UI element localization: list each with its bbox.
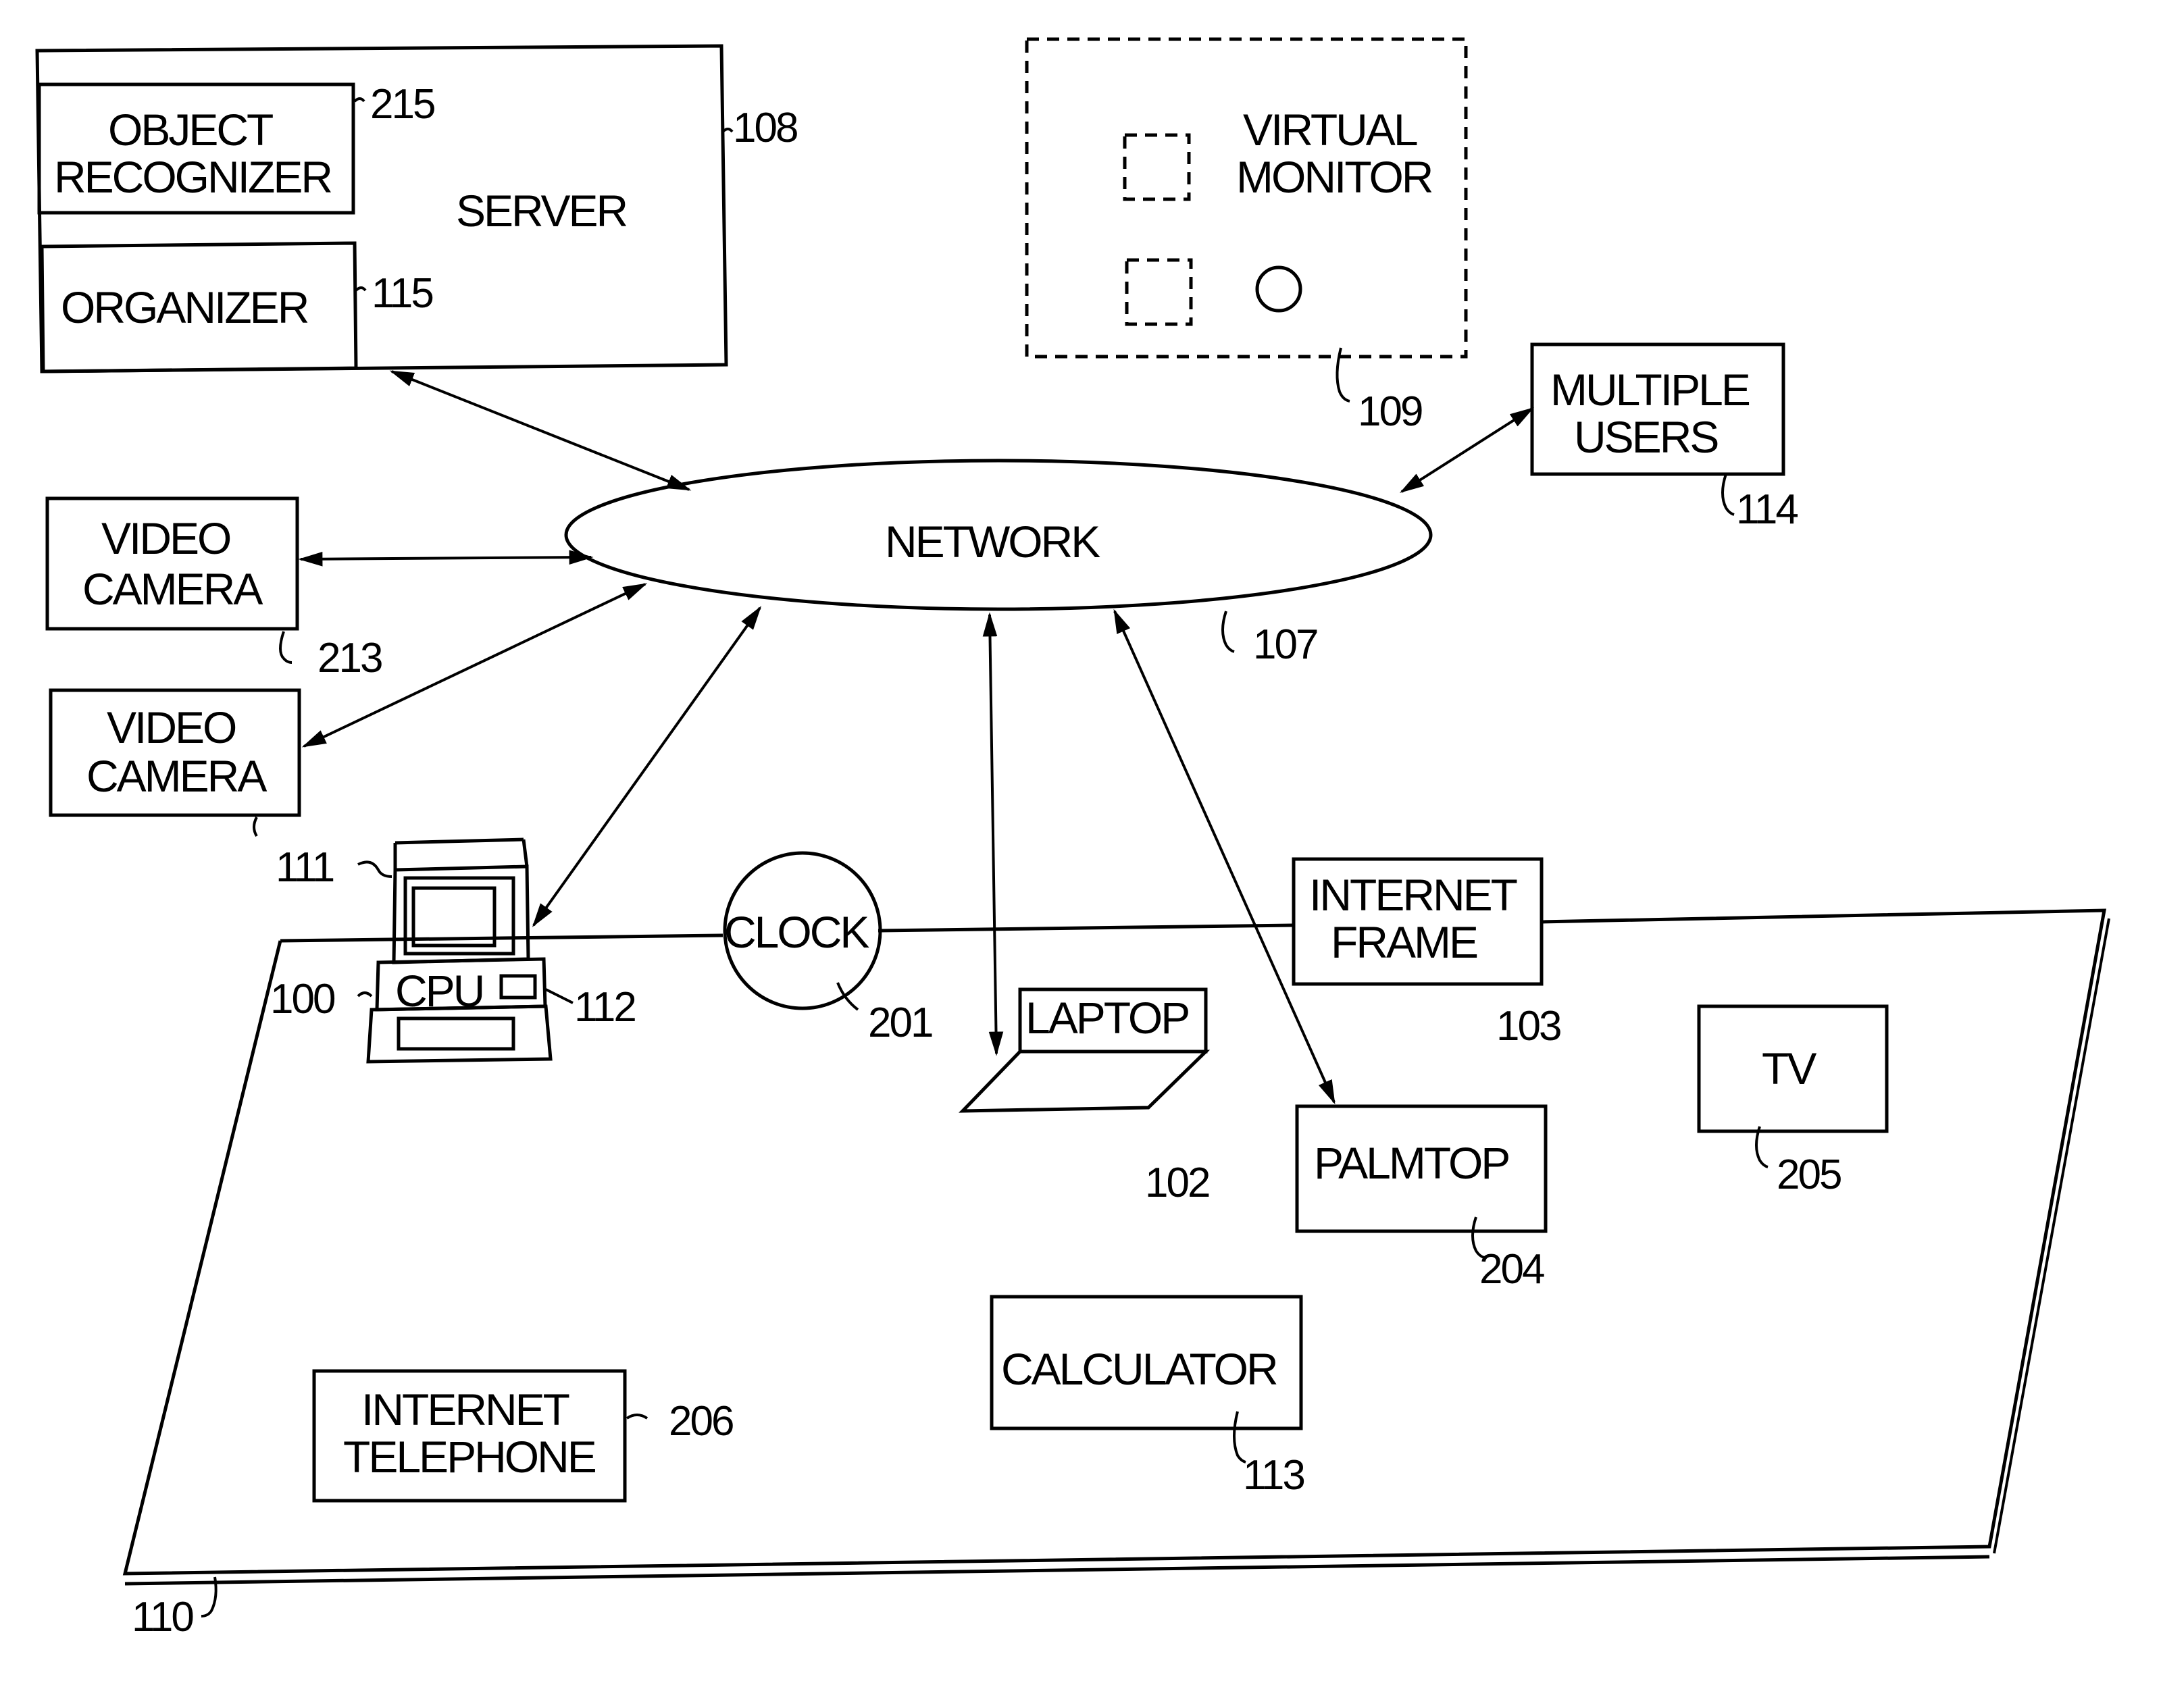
network-label: NETWORK (885, 517, 1100, 567)
server-label: SERVER (456, 186, 627, 236)
palmtop-label: PALMTOP (1314, 1138, 1508, 1188)
video-camera-2-line1: VIDEO (107, 702, 236, 752)
internet-telephone-line1: INTERNET (361, 1384, 569, 1434)
cpu-label: CPU (395, 966, 483, 1016)
base-ref: 110 (132, 1594, 193, 1640)
multiple-users-ref: 114 (1736, 486, 1798, 533)
calculator-ref: 113 (1243, 1452, 1304, 1499)
network-ref: 107 (1253, 621, 1317, 668)
multiple-users-line1: MULTIPLE (1550, 365, 1750, 415)
internet-frame-ref: 103 (1496, 1003, 1560, 1050)
virtual-monitor-circle (1255, 265, 1302, 313)
palmtop-ref: 204 (1479, 1246, 1544, 1293)
internet-frame-line2: FRAME (1331, 917, 1477, 967)
object-recognizer-line2: RECOGNIZER (54, 152, 331, 202)
object-recognizer-line1: OBJECT (108, 105, 273, 155)
connection-arrows (298, 370, 1535, 1105)
video-camera-1-line2: CAMERA (82, 564, 263, 614)
internet-telephone-line2: TELEPHONE (343, 1432, 596, 1482)
tv-ref: 205 (1777, 1151, 1841, 1198)
internet-telephone-ref: 206 (669, 1398, 733, 1445)
virtual-monitor-ref: 109 (1358, 388, 1422, 435)
clock-label: CLOCK (724, 907, 869, 957)
video-camera-1-line1: VIDEO (101, 513, 230, 563)
organizer-label: ORGANIZER (61, 282, 308, 332)
monitor-ref: 111 (276, 844, 334, 891)
floor-ref: 102 (1145, 1160, 1209, 1206)
organizer-ref: 115 (372, 270, 432, 317)
multiple-users-line2: USERS (1574, 412, 1717, 462)
drive-ref: 112 (574, 984, 635, 1031)
calculator-label: CALCULATOR (1001, 1344, 1277, 1394)
video-camera-1-ref: 213 (317, 635, 382, 681)
laptop-label: LAPTOP (1025, 993, 1188, 1043)
video-camera-2-line2: CAMERA (86, 751, 267, 801)
cpu-ref: 100 (270, 976, 335, 1023)
object-recognizer-ref: 215 (370, 81, 434, 128)
server-ref: 108 (733, 105, 797, 151)
virtual-monitor-line2: MONITOR (1236, 152, 1432, 202)
computer-icon (366, 837, 553, 1064)
internet-frame-line1: INTERNET (1309, 870, 1517, 920)
patent-diagram: SERVER 108 OBJECT RECOGNIZER 215 ORGANIZ… (35, 37, 2110, 1640)
virtual-monitor-line1: VIRTUAL (1243, 105, 1417, 155)
clock-ref: 201 (868, 1000, 932, 1046)
tv-label: TV (1762, 1043, 1816, 1093)
